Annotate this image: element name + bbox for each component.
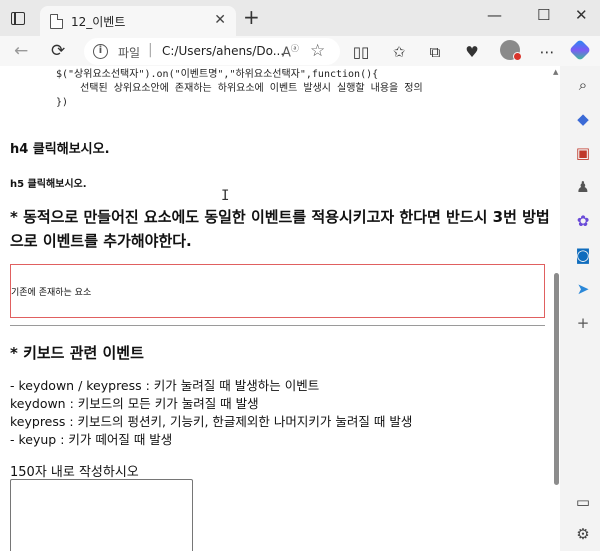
collections-icon[interactable]: ⧉ — [426, 43, 444, 61]
browser-window: 12_이벤트 ✕ + — ☐ ✕ ← ⟳ i 파일 | C:/Users/ahe… — [0, 0, 600, 551]
refresh-icon[interactable]: ⟳ — [51, 41, 65, 61]
page-scrollbar[interactable]: ▲ — [552, 66, 560, 551]
minimize-button[interactable]: — — [487, 6, 502, 24]
address-protocol: 파일 — [118, 46, 141, 60]
page-content: $("상위요소선택자").on("이벤트명","하위요소선택자",functio… — [0, 66, 560, 551]
keyboard-line: - keyup : 키가 떼어질 때 발생 — [10, 432, 173, 447]
read-aloud-icon[interactable]: Aⓐ — [282, 43, 299, 60]
tab-close-icon[interactable]: ✕ — [214, 12, 226, 28]
code-line: $("상위요소선택자").on("이벤트명","하위요소선택자",functio… — [56, 69, 379, 80]
copilot-sidebar-icon[interactable]: ✿ — [574, 212, 592, 230]
split-screen-icon[interactable]: ▯▯ — [352, 43, 370, 61]
text-cursor-icon: I — [221, 188, 230, 204]
new-tab-button[interactable]: + — [243, 7, 260, 27]
code-line: }) — [56, 97, 69, 108]
profile-avatar[interactable] — [500, 40, 522, 61]
code-block: $("상위요소선택자").on("이벤트명","하위요소선택자",functio… — [56, 68, 423, 110]
comment-textarea[interactable] — [10, 479, 193, 551]
file-icon — [50, 14, 63, 29]
sidebar-toggle-icon[interactable]: ▭ — [574, 493, 592, 511]
dynamic-event-note: * 동적으로 만들어진 요소에도 동일한 이벤트를 적용시키고자 한다면 반드시… — [10, 208, 550, 250]
h4-clickable-heading[interactable]: h4 클릭해보시오. — [10, 138, 110, 157]
send-icon[interactable]: ➤ — [574, 280, 592, 298]
games-icon[interactable]: ♟ — [574, 178, 592, 196]
keyboard-line: keypress : 키보드의 펑션키, 기능키, 한글제외한 나머지키가 눌려… — [10, 414, 413, 429]
code-line: 선택된 상위요소안에 존재하는 하위요소에 이벤트 발생시 실행할 내용을 정의 — [56, 83, 423, 94]
tools-icon[interactable]: ▣ — [574, 144, 592, 162]
tab-title: 12_이벤트 — [71, 15, 126, 29]
h5-clickable-heading[interactable]: h5 클릭해보시오. — [10, 175, 87, 190]
copilot-icon[interactable] — [568, 38, 592, 62]
tab-actions-icon[interactable] — [8, 9, 30, 29]
address-url[interactable]: C:/Users/ahens/Do... — [162, 44, 284, 58]
scroll-up-icon[interactable]: ▲ — [553, 68, 558, 76]
favorites-icon[interactable]: ✩ — [390, 43, 408, 61]
scrollbar-thumb[interactable] — [554, 273, 559, 485]
keyboard-line: keydown : 키보드의 모든 키가 눌려질 때 발생 — [10, 396, 259, 411]
info-icon[interactable]: i — [93, 44, 108, 59]
search-icon[interactable]: ⌕ — [574, 76, 592, 94]
settings-gear-icon[interactable]: ⚙ — [574, 525, 592, 543]
edge-sidebar: ⌕ ◆ ▣ ♟ ✿ ◙ ➤ + ▭ ⚙ — [566, 66, 600, 551]
back-arrow-icon[interactable]: ← — [14, 41, 28, 61]
toolbar: ← ⟳ i 파일 | C:/Users/ahens/Do... Aⓐ ☆ ▯▯ … — [0, 36, 600, 66]
char-limit-label: 150자 내로 작성하시오 — [10, 465, 139, 480]
add-icon[interactable]: + — [574, 314, 592, 332]
close-window-button[interactable]: ✕ — [575, 6, 588, 24]
existing-element-label: 기존에 존재하는 요소 — [11, 288, 92, 298]
tab-active[interactable]: 12_이벤트 ✕ — [40, 6, 236, 36]
shopping-tag-icon[interactable]: ◆ — [574, 110, 592, 128]
health-icon[interactable]: ♥ — [463, 43, 481, 61]
address-bar[interactable]: i 파일 | C:/Users/ahens/Do... Aⓐ ☆ — [84, 38, 340, 65]
tab-strip: 12_이벤트 ✕ + — ☐ ✕ — [0, 0, 600, 36]
address-separator: | — [148, 42, 153, 58]
divider — [10, 325, 545, 326]
keyboard-events-heading: * 키보드 관련 이벤트 — [10, 344, 144, 362]
favorite-star-icon[interactable]: ☆ — [310, 41, 325, 61]
existing-element-box[interactable]: 기존에 존재하는 요소 — [10, 264, 545, 318]
more-menu-icon[interactable]: ⋯ — [538, 43, 556, 61]
maximize-button[interactable]: ☐ — [537, 6, 550, 24]
keyboard-events-list: - keydown / keypress : 키가 눌려질 때 발생하는 이벤트… — [10, 377, 412, 449]
outlook-icon[interactable]: ◙ — [574, 246, 592, 264]
keyboard-line: - keydown / keypress : 키가 눌려질 때 발생하는 이벤트 — [10, 378, 320, 393]
